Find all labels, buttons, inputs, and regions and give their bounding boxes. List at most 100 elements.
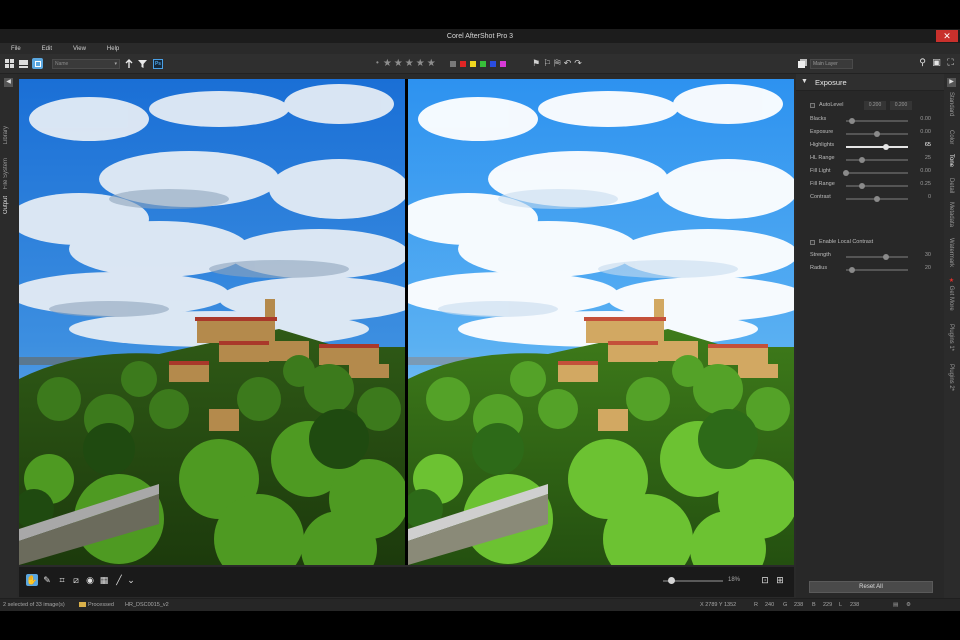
exposure-slider-slider[interactable]	[846, 183, 908, 189]
menu-view[interactable]: View	[73, 46, 86, 52]
single-view-icon[interactable]	[18, 58, 29, 69]
exposure-slider-slider[interactable]	[846, 118, 908, 124]
redeye-icon[interactable]: ◉	[84, 574, 96, 586]
grid-icon[interactable]	[4, 58, 15, 69]
flag-remove-icon[interactable]: ⚐	[543, 58, 551, 69]
exposure-slider-value[interactable]: 65	[915, 142, 931, 148]
eyedropper-icon[interactable]: ✎	[41, 574, 53, 586]
autolevel-high-input[interactable]: 0.200	[890, 101, 912, 110]
menu-help[interactable]: Help	[107, 46, 119, 52]
rotate-left-icon[interactable]: ↶	[564, 58, 572, 69]
local-contrast-slider-slider-knob[interactable]	[883, 254, 890, 260]
settings-icon[interactable]: ⚙	[906, 602, 911, 608]
histogram-icon[interactable]: ▤	[893, 602, 898, 608]
exposure-slider-slider-knob[interactable]	[858, 183, 865, 189]
menu-edit[interactable]: Edit	[42, 46, 52, 52]
zoom-slider-knob[interactable]	[667, 577, 675, 584]
exposure-slider-value[interactable]: 0.00	[915, 116, 931, 122]
tab-standard[interactable]: Standard	[948, 92, 954, 116]
flag-icon[interactable]: ⚑	[532, 58, 540, 69]
tab-library[interactable]: Library	[3, 126, 9, 144]
image-viewer[interactable]	[19, 79, 794, 565]
star-icon[interactable]: ★	[416, 58, 425, 69]
exposure-slider-value[interactable]: 0.00	[915, 168, 931, 174]
local-contrast-slider-slider[interactable]	[846, 254, 908, 260]
color-label-purple[interactable]	[500, 61, 506, 67]
exposure-slider-slider-knob[interactable]	[843, 170, 849, 176]
exposure-slider-slider-knob[interactable]	[883, 144, 890, 150]
filter-icon[interactable]	[137, 58, 148, 69]
exposure-slider-value[interactable]: 0.25	[915, 181, 931, 187]
exposure-slider-slider[interactable]	[846, 157, 908, 163]
layer-icon[interactable]	[797, 58, 808, 69]
rotate-right-icon[interactable]: ↷	[574, 58, 582, 69]
photo-edited[interactable]	[408, 79, 794, 565]
hand-tool-icon[interactable]: ✋	[26, 574, 38, 586]
reject-dot[interactable]: •	[376, 58, 379, 69]
exposure-slider-slider-knob[interactable]	[858, 157, 865, 163]
exposure-slider-value[interactable]: 0	[915, 194, 931, 200]
tag-icon[interactable]: ⛿	[554, 58, 561, 69]
exposure-slider-slider[interactable]	[846, 144, 908, 150]
collapse-right-icon[interactable]: ▶	[947, 78, 956, 87]
rating-stars[interactable]: • ★ ★ ★ ★ ★	[376, 58, 436, 69]
color-label-blue[interactable]	[490, 61, 496, 67]
local-contrast-slider-value[interactable]: 30	[915, 252, 931, 258]
brush-icon[interactable]: ╱	[113, 574, 125, 586]
sort-icon[interactable]	[123, 58, 134, 69]
exposure-slider-slider[interactable]	[846, 196, 908, 202]
tab-file-system[interactable]: File System	[3, 158, 9, 189]
color-label-red[interactable]	[460, 61, 466, 67]
collapse-left-icon[interactable]: ◀	[4, 78, 13, 87]
exposure-slider-slider-knob[interactable]	[874, 131, 880, 137]
exposure-slider-value[interactable]: 25	[915, 155, 931, 161]
local-contrast-slider-value[interactable]: 20	[915, 265, 931, 271]
star-icon[interactable]: ★	[394, 58, 403, 69]
color-label-none[interactable]	[450, 61, 456, 67]
tab-get-more[interactable]: ★ Get More	[948, 277, 955, 311]
tab-output[interactable]: Output	[3, 196, 9, 214]
collapse-triangle-icon[interactable]: ▼	[801, 78, 808, 85]
color-label-green[interactable]	[480, 61, 486, 67]
exposure-header[interactable]: ▼ Exposure	[796, 74, 944, 91]
autolevel-low-input[interactable]: 0.200	[864, 101, 886, 110]
tab-plugins-1[interactable]: Plugins 1*	[948, 324, 954, 351]
photo-original[interactable]	[19, 79, 405, 565]
exposure-slider-slider-knob[interactable]	[874, 196, 880, 202]
zoom-slider[interactable]	[663, 577, 723, 584]
menu-file[interactable]: File	[11, 46, 21, 52]
autolevel-checkbox[interactable]	[810, 103, 815, 108]
exposure-slider-value[interactable]: 0.00	[915, 129, 931, 135]
close-icon[interactable]: ✕	[936, 30, 958, 42]
compare-view-icon[interactable]	[32, 58, 43, 69]
crop-icon[interactable]: ⌗	[56, 574, 68, 586]
search-icon[interactable]: ⚲	[917, 57, 928, 68]
star-icon[interactable]: ★	[427, 58, 436, 69]
layer-select[interactable]: Main Layer	[810, 59, 853, 69]
exposure-slider-slider-knob[interactable]	[849, 118, 856, 124]
exposure-slider-slider[interactable]	[846, 131, 908, 137]
fullscreen-icon[interactable]: ⛶	[945, 57, 956, 68]
local-contrast-slider-slider[interactable]	[846, 267, 908, 273]
reset-all-button[interactable]: Reset All	[809, 581, 933, 593]
color-label-yellow[interactable]	[470, 61, 476, 67]
star-icon[interactable]: ★	[383, 58, 392, 69]
tab-watermark[interactable]: Watermark	[948, 238, 954, 267]
photoshop-icon[interactable]: Ps	[153, 59, 163, 69]
exposure-slider-slider[interactable]	[843, 170, 908, 176]
fullsize-icon[interactable]: ⊞	[774, 574, 786, 586]
slideshow-icon[interactable]: ▣	[931, 57, 942, 68]
tab-color[interactable]: Color	[948, 130, 954, 144]
chevron-down-icon[interactable]: ⌄	[125, 574, 137, 586]
layers-icon[interactable]: ▦	[98, 574, 110, 586]
straighten-icon[interactable]: ⧄	[70, 574, 82, 586]
sort-by-select[interactable]: Name ▾	[52, 59, 120, 69]
local-contrast-checkbox[interactable]	[810, 240, 815, 245]
fit-screen-icon[interactable]: ⊡	[759, 574, 771, 586]
star-icon[interactable]: ★	[405, 58, 414, 69]
tab-plugins-2[interactable]: Plugins 2*	[948, 364, 954, 391]
local-contrast-slider-slider-knob[interactable]	[849, 267, 856, 273]
tab-detail[interactable]: Detail	[948, 178, 954, 193]
tab-tone[interactable]: Tone	[948, 154, 954, 167]
tab-metadata[interactable]: Metadata	[948, 202, 954, 227]
